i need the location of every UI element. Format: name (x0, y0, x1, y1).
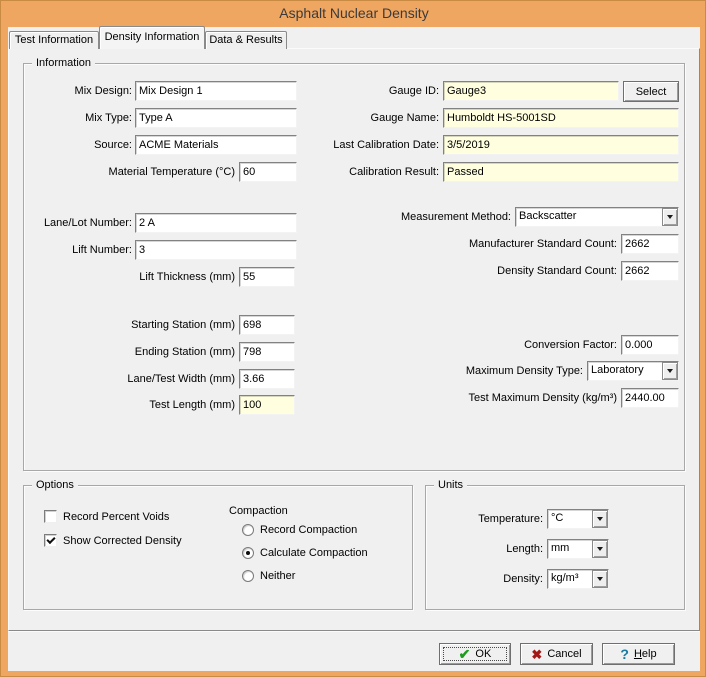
temperature-unit-dropdown[interactable]: °C (547, 509, 609, 529)
measurement-method-value: Backscatter (516, 208, 662, 226)
gauge-name-input[interactable] (443, 108, 679, 128)
density-standard-count-input[interactable] (621, 261, 679, 281)
lift-thickness-input[interactable] (239, 267, 295, 287)
units-group: Units Temperature: °C Length: mm Density… (425, 485, 685, 610)
radio-record-compaction[interactable]: Record Compaction (242, 524, 357, 536)
length-unit-dropdown[interactable]: mm (547, 539, 609, 559)
maximum-density-type-value: Laboratory (588, 362, 662, 380)
lift-thickness-label: Lift Thickness (mm) (32, 270, 235, 284)
tab-test-information[interactable]: Test Information (9, 31, 99, 49)
gauge-name-label: Gauge Name: (312, 111, 439, 125)
lane-lot-number-label: Lane/Lot Number: (32, 216, 132, 230)
compaction-label: Compaction (229, 504, 288, 518)
manufacturer-standard-count-input[interactable] (621, 234, 679, 254)
ok-button-label: OK (475, 648, 491, 660)
radio-neither[interactable]: Neither (242, 570, 295, 582)
dropdown-arrow-icon[interactable] (592, 540, 608, 558)
ending-station-input[interactable] (239, 342, 295, 362)
temperature-unit-value: °C (548, 510, 592, 528)
dialog-title: Asphalt Nuclear Density (1, 1, 706, 27)
conversion-factor-input[interactable] (621, 335, 679, 355)
radio-unselected-icon (242, 524, 254, 536)
length-unit-value: mm (548, 540, 592, 558)
density-standard-count-label: Density Standard Count: (382, 264, 617, 278)
conversion-factor-label: Conversion Factor: (382, 338, 617, 352)
radio-calculate-compaction[interactable]: Calculate Compaction (242, 547, 368, 559)
radio-unselected-icon (242, 570, 254, 582)
manufacturer-standard-count-label: Manufacturer Standard Count: (382, 237, 617, 251)
lane-lot-number-input[interactable] (135, 213, 297, 233)
calibration-result-label: Calibration Result: (312, 165, 439, 179)
mix-design-label: Mix Design: (32, 84, 132, 98)
measurement-method-label: Measurement Method: (312, 210, 511, 224)
help-button[interactable]: ? Help (602, 643, 675, 665)
dialog-window: Asphalt Nuclear Density Test Information… (0, 0, 706, 677)
density-unit-value: kg/m³ (548, 570, 592, 588)
mix-type-label: Mix Type: (32, 111, 132, 125)
options-group-label: Options (32, 478, 78, 492)
checkbox-unchecked-icon (44, 510, 57, 523)
record-percent-voids-label: Record Percent Voids (63, 511, 169, 523)
density-unit-label: Density: (426, 572, 543, 586)
tab-data-results[interactable]: Data & Results (205, 31, 287, 49)
length-unit-label: Length: (426, 542, 543, 556)
maximum-density-type-label: Maximum Density Type: (362, 364, 583, 378)
ending-station-label: Ending Station (mm) (32, 345, 235, 359)
lift-number-input[interactable] (135, 240, 297, 260)
select-gauge-button-label: Select (636, 86, 667, 98)
last-calibration-date-input[interactable] (443, 135, 679, 155)
temperature-unit-label: Temperature: (426, 512, 543, 526)
material-temperature-input[interactable] (239, 162, 297, 182)
test-maximum-density-label: Test Maximum Density (kg/m³) (382, 391, 617, 405)
maximum-density-type-dropdown[interactable]: Laboratory (587, 361, 679, 381)
information-group: Information Mix Design: Mix Type: Source… (23, 63, 685, 471)
test-maximum-density-input[interactable] (621, 388, 679, 408)
dropdown-arrow-icon[interactable] (662, 362, 678, 380)
last-calibration-date-label: Last Calibration Date: (312, 138, 439, 152)
units-group-label: Units (434, 478, 467, 492)
gauge-id-label: Gauge ID: (312, 84, 439, 98)
show-corrected-density-label: Show Corrected Density (63, 535, 182, 547)
select-gauge-button[interactable]: Select (623, 81, 679, 102)
test-length-input[interactable] (239, 395, 295, 415)
radio-selected-icon (242, 547, 254, 559)
help-question-icon: ? (620, 647, 629, 661)
calculate-compaction-label: Calculate Compaction (260, 547, 368, 559)
cancel-x-icon: ✖ (531, 648, 542, 661)
cancel-button[interactable]: ✖ Cancel (520, 643, 593, 665)
dropdown-arrow-icon[interactable] (592, 510, 608, 528)
record-percent-voids-checkbox[interactable]: Record Percent Voids (44, 510, 169, 523)
source-label: Source: (32, 138, 132, 152)
record-compaction-label: Record Compaction (260, 524, 357, 536)
ok-button[interactable]: ✔ OK (439, 643, 511, 665)
mix-type-input[interactable] (135, 108, 297, 128)
checkbox-checked-icon (44, 534, 57, 547)
lane-test-width-input[interactable] (239, 369, 295, 389)
starting-station-label: Starting Station (mm) (32, 318, 235, 332)
source-input[interactable] (135, 135, 297, 155)
calibration-result-input[interactable] (443, 162, 679, 182)
lift-number-label: Lift Number: (32, 243, 132, 257)
gauge-id-input[interactable] (443, 81, 619, 101)
options-group: Options Record Percent Voids Show Correc… (23, 485, 413, 610)
dropdown-arrow-icon[interactable] (662, 208, 678, 226)
lane-test-width-label: Lane/Test Width (mm) (32, 372, 235, 386)
cancel-button-label: Cancel (547, 648, 581, 660)
neither-label: Neither (260, 570, 295, 582)
measurement-method-dropdown[interactable]: Backscatter (515, 207, 679, 227)
show-corrected-density-checkbox[interactable]: Show Corrected Density (44, 534, 182, 547)
information-group-label: Information (32, 56, 95, 70)
density-unit-dropdown[interactable]: kg/m³ (547, 569, 609, 589)
tab-density-information[interactable]: Density Information (99, 26, 205, 49)
panel-separator (8, 631, 700, 632)
material-temperature-label: Material Temperature (°C) (32, 165, 235, 179)
help-button-label: Help (634, 648, 657, 660)
dropdown-arrow-icon[interactable] (592, 570, 608, 588)
starting-station-input[interactable] (239, 315, 295, 335)
test-length-label: Test Length (mm) (32, 398, 235, 412)
ok-check-icon: ✔ (459, 647, 471, 661)
mix-design-input[interactable] (135, 81, 297, 101)
